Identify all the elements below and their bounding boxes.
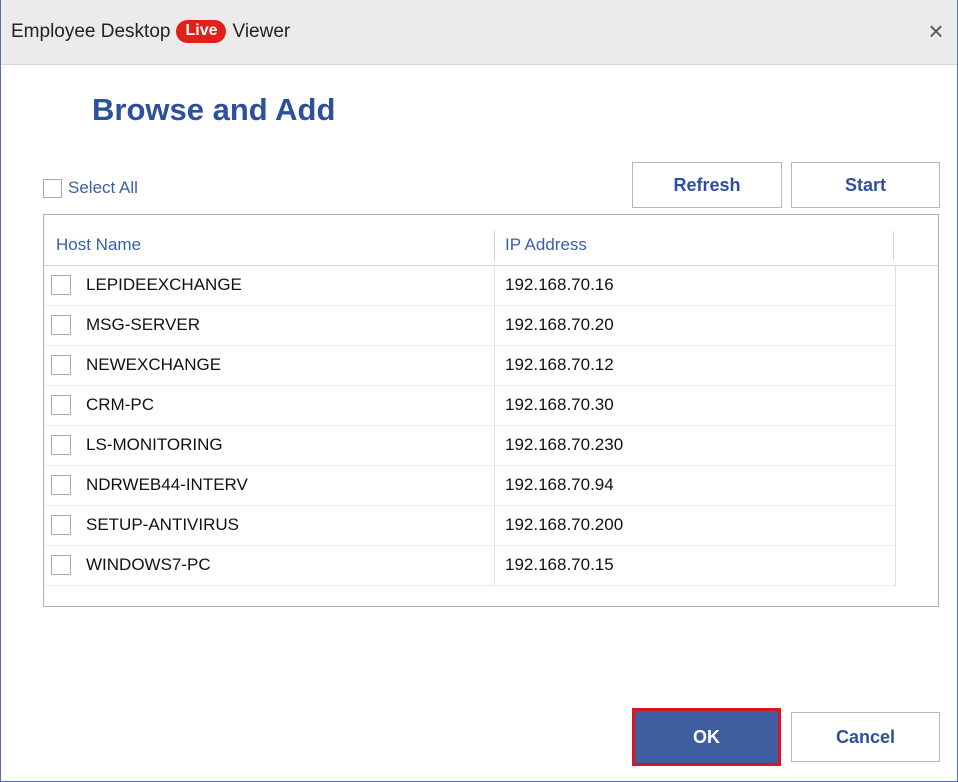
host-name-cell: NDRWEB44-INTERV <box>86 475 248 494</box>
column-divider[interactable] <box>494 231 495 261</box>
table-row[interactable]: NEWEXCHANGE 192.168.70.12 <box>44 346 896 386</box>
cell-divider <box>494 266 495 305</box>
row-checkbox[interactable] <box>51 315 71 335</box>
ip-address-cell: 192.168.70.16 <box>505 275 614 294</box>
cell-divider <box>494 466 495 505</box>
ip-address-cell: 192.168.70.94 <box>505 475 614 494</box>
ip-address-cell: 192.168.70.15 <box>505 555 614 574</box>
row-checkbox[interactable] <box>51 355 71 375</box>
window-title: Employee Desktop Live Viewer <box>11 20 290 43</box>
host-name-cell: NEWEXCHANGE <box>86 355 222 374</box>
page-title: Browse and Add <box>92 92 336 127</box>
host-table: Host Name IP Address LEPIDEEXCHANGE 192.… <box>43 214 939 607</box>
cell-divider <box>494 506 495 545</box>
table-row[interactable]: SETUP-ANTIVIRUS 192.168.70.200 <box>44 506 896 546</box>
host-name-cell: WINDOWS7-PC <box>86 555 211 574</box>
host-name-cell: SETUP-ANTIVIRUS <box>86 515 240 534</box>
cell-divider <box>494 426 495 465</box>
cell-divider <box>494 306 495 345</box>
table-header: Host Name IP Address <box>44 225 938 266</box>
host-name-cell: LS-MONITORING <box>86 435 223 454</box>
host-name-cell: CRM-PC <box>86 395 154 414</box>
ip-address-cell: 192.168.70.30 <box>505 395 614 414</box>
select-all-checkbox[interactable]: Select All <box>43 178 138 198</box>
table-row[interactable]: MSG-SERVER 192.168.70.20 <box>44 306 896 346</box>
row-checkbox[interactable] <box>51 515 71 535</box>
browse-and-add-dialog: Employee Desktop Live Viewer × Browse an… <box>0 0 958 782</box>
host-name-cell: LEPIDEEXCHANGE <box>86 275 242 294</box>
column-divider[interactable] <box>893 231 894 261</box>
column-header-ip-address[interactable]: IP Address <box>505 235 587 255</box>
host-name-cell: MSG-SERVER <box>86 315 200 334</box>
row-checkbox[interactable] <box>51 395 71 415</box>
table-row[interactable]: LEPIDEEXCHANGE 192.168.70.16 <box>44 266 896 306</box>
table-body: LEPIDEEXCHANGE 192.168.70.16 MSG-SERVER … <box>44 266 896 586</box>
live-badge: Live <box>176 20 227 43</box>
table-row[interactable]: LS-MONITORING 192.168.70.230 <box>44 426 896 466</box>
table-row[interactable]: WINDOWS7-PC 192.168.70.15 <box>44 546 896 586</box>
cell-divider <box>494 386 495 425</box>
row-checkbox[interactable] <box>51 435 71 455</box>
select-all-box[interactable] <box>43 178 62 198</box>
ip-address-cell: 192.168.70.20 <box>505 315 614 334</box>
ip-address-cell: 192.168.70.230 <box>505 435 624 454</box>
select-all-label: Select All <box>68 178 138 197</box>
ip-address-cell: 192.168.70.12 <box>505 355 614 374</box>
cancel-button[interactable]: Cancel <box>791 712 940 762</box>
cell-divider <box>494 346 495 385</box>
refresh-button[interactable]: Refresh <box>632 162 782 208</box>
ip-address-cell: 192.168.70.200 <box>505 515 624 534</box>
table-row[interactable]: NDRWEB44-INTERV 192.168.70.94 <box>44 466 896 506</box>
title-suffix: Viewer <box>232 20 291 42</box>
title-prefix: Employee Desktop <box>11 20 171 42</box>
row-checkbox[interactable] <box>51 555 71 575</box>
close-icon[interactable]: × <box>923 18 949 44</box>
cell-divider <box>494 546 495 585</box>
column-header-host-name[interactable]: Host Name <box>56 235 141 255</box>
table-row[interactable]: CRM-PC 192.168.70.30 <box>44 386 896 426</box>
ok-button[interactable]: OK <box>632 708 781 766</box>
title-bar: Employee Desktop Live Viewer × <box>1 0 957 65</box>
start-button[interactable]: Start <box>791 162 940 208</box>
row-checkbox[interactable] <box>51 475 71 495</box>
row-checkbox[interactable] <box>51 275 71 295</box>
